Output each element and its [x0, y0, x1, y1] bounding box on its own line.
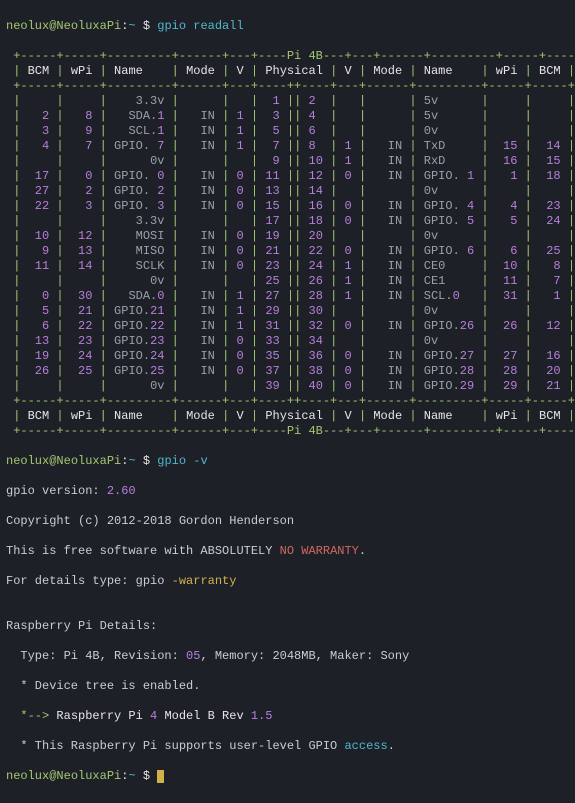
rpi-header: Raspberry Pi Details:: [6, 619, 569, 634]
rpi-type: Type: Pi 4B, Revision: 05, Memory: 2048M…: [6, 649, 569, 664]
pin-row: | 22 | 3 | GPIO. 3 | IN | 0 | 15 || 16 |…: [6, 199, 569, 214]
pin-row: | 13 | 23 | GPIO.23 | IN | 0 | 33 || 34 …: [6, 334, 569, 349]
prompt-line-3: neolux@NeoluxaPi:~ $: [6, 769, 569, 784]
pin-row: | | | 0v | | | 39 || 40 | 0 | IN | GPIO.…: [6, 379, 569, 394]
copyright-line: Copyright (c) 2012-2018 Gordon Henderson: [6, 514, 569, 529]
pin-row: | 11 | 14 | SCLK | IN | 0 | 23 || 24 | 1…: [6, 259, 569, 274]
pin-row: | | | 3.3v | | | 1 || 2 | | | 5v | | |: [6, 94, 569, 109]
pin-row: | 5 | 21 | GPIO.21 | IN | 1 | 29 || 30 |…: [6, 304, 569, 319]
pin-row: | 0 | 30 | SDA.0 | IN | 1 | 27 || 28 | 1…: [6, 289, 569, 304]
terminal[interactable]: neolux@NeoluxaPi:~ $ gpio readall +-----…: [0, 0, 575, 803]
cursor: [157, 770, 164, 783]
rpi-devtree: * Device tree is enabled.: [6, 679, 569, 694]
pin-row: | | | 3.3v | | | 17 || 18 | 0 | IN | GPI…: [6, 214, 569, 229]
pin-row: | 3 | 9 | SCL.1 | IN | 1 | 5 || 6 | | | …: [6, 124, 569, 139]
prompt-user: neolux@NeoluxaPi: [6, 19, 121, 33]
pin-row: | 2 | 8 | SDA.1 | IN | 1 | 3 || 4 | | | …: [6, 109, 569, 124]
pin-row: | 26 | 25 | GPIO.25 | IN | 0 | 37 || 38 …: [6, 364, 569, 379]
pin-row: | 17 | 0 | GPIO. 0 | IN | 0 | 11 || 12 |…: [6, 169, 569, 184]
prompt-line-1: neolux@NeoluxaPi:~ $ gpio readall: [6, 19, 569, 34]
pin-row: | 19 | 24 | GPIO.24 | IN | 0 | 35 || 36 …: [6, 349, 569, 364]
rpi-model: *--> Raspberry Pi 4 Model B Rev 1.5: [6, 709, 569, 724]
gpio-table: +-----+-----+---------+------+---+----Pi…: [6, 49, 569, 439]
command-2: gpio -v: [157, 454, 207, 468]
command-1: gpio readall: [157, 19, 243, 33]
details-line: For details type: gpio -warranty: [6, 574, 569, 589]
pin-row: | | | 0v | | | 9 || 10 | 1 | IN | RxD | …: [6, 154, 569, 169]
pin-row: | 9 | 13 | MISO | IN | 0 | 21 || 22 | 0 …: [6, 244, 569, 259]
pin-row: | 6 | 22 | GPIO.22 | IN | 1 | 31 || 32 |…: [6, 319, 569, 334]
pin-row: | | | 0v | | | 25 || 26 | 1 | IN | CE1 |…: [6, 274, 569, 289]
rpi-access: * This Raspberry Pi supports user-level …: [6, 739, 569, 754]
prompt-symbol: $: [143, 19, 150, 33]
prompt-path: ~: [128, 19, 135, 33]
prompt-line-2: neolux@NeoluxaPi:~ $ gpio -v: [6, 454, 569, 469]
pin-row: | 10 | 12 | MOSI | IN | 0 | 19 || 20 | |…: [6, 229, 569, 244]
pin-row: | 27 | 2 | GPIO. 2 | IN | 0 | 13 || 14 |…: [6, 184, 569, 199]
version-line: gpio version: 2.60: [6, 484, 569, 499]
pin-row: | 4 | 7 | GPIO. 7 | IN | 1 | 7 || 8 | 1 …: [6, 139, 569, 154]
warranty-line: This is free software with ABSOLUTELY NO…: [6, 544, 569, 559]
